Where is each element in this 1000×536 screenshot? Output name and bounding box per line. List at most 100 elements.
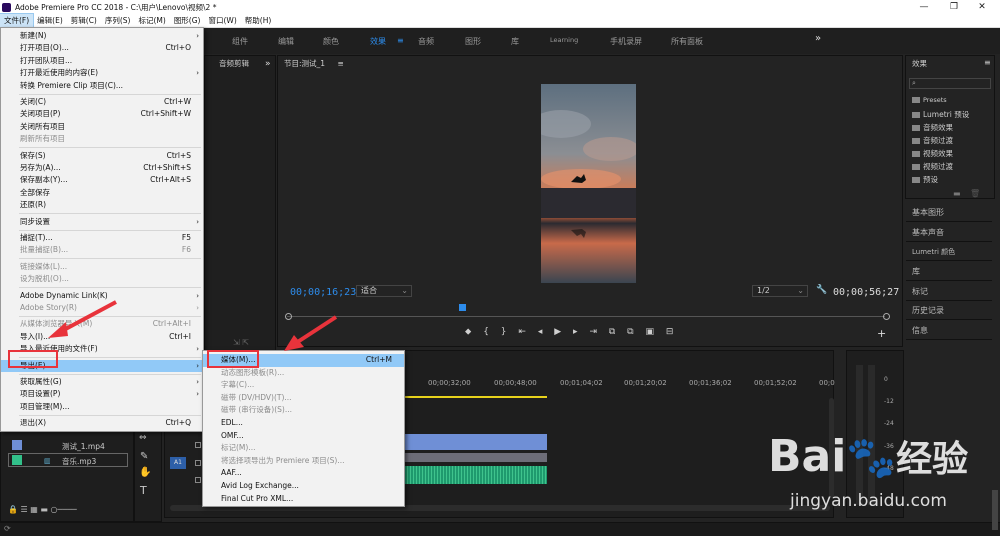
hand-tool-icon[interactable]: ✋ — [139, 467, 151, 478]
program-monitor-menu-icon[interactable]: ≡ — [337, 59, 343, 68]
menu-markers[interactable]: 标记(M) — [134, 14, 169, 28]
list-view-icon[interactable]: ☰ — [21, 505, 28, 514]
effects-item-lumetri-presets[interactable]: Lumetri 预设 — [912, 109, 969, 120]
file-menu-item[interactable]: 新建(N) › — [1, 30, 203, 42]
step-back-icon[interactable]: ◂ — [538, 327, 543, 337]
file-menu-item[interactable]: 转换 Premiere Clip 项目(C)... — [1, 80, 203, 92]
program-monitor-title[interactable]: 节目:测试_1 — [284, 59, 325, 68]
panel-lumetri-color[interactable]: Lumetri 颜色 — [906, 243, 992, 261]
extract-icon[interactable]: ⧉ — [627, 327, 633, 337]
panel-libraries[interactable]: 库 — [906, 263, 992, 281]
file-menu-item[interactable]: 打开最近使用的内容(E) › — [1, 67, 203, 79]
workspace-color[interactable]: 颜色 — [323, 36, 339, 47]
effects-item-audio-transitions[interactable]: 音频过渡 — [912, 135, 953, 146]
new-bin-icon[interactable]: ▬ — [953, 189, 961, 198]
export-menu-item[interactable]: OMF... — [203, 430, 404, 443]
lock-icon[interactable]: 🔒 — [8, 505, 18, 514]
file-menu-item[interactable]: 项目管理(M)... — [1, 401, 203, 413]
add-button-icon[interactable]: + — [877, 327, 886, 340]
file-menu-item[interactable]: 打开团队项目... — [1, 55, 203, 67]
track-lock-toggle[interactable] — [195, 477, 201, 483]
comparison-view-icon[interactable]: ⊟ — [666, 327, 674, 337]
go-to-out-icon[interactable]: ⇥ — [589, 327, 597, 337]
file-menu-item[interactable]: 捕捉(T)... F5 — [1, 232, 203, 244]
menu-sequence[interactable]: 序列(S) — [101, 14, 135, 28]
pen-tool-icon[interactable]: ✎ — [140, 451, 148, 462]
menu-help[interactable]: 帮助(H) — [241, 14, 276, 28]
effects-item-presets-cn[interactable]: 预设 — [912, 174, 938, 185]
track-lock-toggle[interactable] — [195, 460, 201, 466]
menu-file[interactable]: 文件(F) — [0, 12, 35, 29]
workspace-libraries[interactable]: 库 — [511, 36, 519, 47]
track-a1-target[interactable]: A1 — [170, 457, 186, 469]
mark-in-icon[interactable]: { — [483, 327, 489, 337]
file-menu-item[interactable]: 保存(S) Ctrl+S — [1, 150, 203, 162]
export-frame-icon[interactable]: ▣ — [645, 327, 654, 337]
zoom-select[interactable]: 适合 ⌄ — [356, 285, 412, 297]
music-audio-clip[interactable] — [404, 466, 547, 484]
delete-icon[interactable]: 🗑 — [970, 189, 980, 198]
effects-item-video-transitions[interactable]: 视频过渡 — [912, 161, 953, 172]
effects-item-presets[interactable]: Presets — [912, 96, 947, 104]
file-menu-item[interactable]: 关闭项目(P) Ctrl+Shift+W — [1, 108, 203, 120]
panel-overflow-icon[interactable]: » — [265, 59, 271, 69]
panel-essential-sound[interactable]: 基本声音 — [906, 224, 992, 242]
file-menu-item[interactable]: 全部保存 — [1, 187, 203, 199]
icon-view-icon[interactable]: ▦ — [30, 505, 38, 514]
file-menu-item[interactable]: 退出(X) Ctrl+Q — [1, 417, 203, 429]
file-menu-item[interactable]: 获取属性(G) › — [1, 376, 203, 388]
close-button[interactable]: ✕ — [964, 0, 1000, 14]
export-menu-item[interactable]: Final Cut Pro XML... — [203, 493, 404, 506]
menu-window[interactable]: 窗口(W) — [204, 14, 240, 28]
project-item-name[interactable]: 音乐.mp3 — [62, 456, 96, 467]
menu-edit[interactable]: 编辑(E) — [33, 14, 67, 28]
type-tool-icon[interactable]: T — [140, 484, 147, 497]
resolution-select[interactable]: 1/2 ⌄ — [752, 285, 808, 297]
zoom-slider[interactable]: ○──── — [50, 505, 76, 514]
work-area-bar[interactable] — [404, 396, 547, 398]
program-scrubber-track[interactable] — [287, 316, 885, 317]
workspace-assembly[interactable]: 组件 — [232, 36, 248, 47]
workspace-effects-menu-icon[interactable]: ≡ — [397, 36, 404, 45]
panel-info[interactable]: 信息 — [906, 322, 992, 340]
export-menu-item[interactable]: Avid Log Exchange... — [203, 480, 404, 493]
workspace-graphics[interactable]: 图形 — [465, 36, 481, 47]
wrench-icon[interactable]: 🔧 — [816, 285, 827, 295]
file-menu-item[interactable]: 打开项目(O)... Ctrl+O — [1, 42, 203, 54]
play-icon[interactable]: ▶ — [554, 327, 561, 337]
mark-out-icon[interactable]: } — [501, 327, 507, 337]
workspace-all-panels[interactable]: 所有面板 — [671, 36, 703, 47]
program-current-timecode[interactable]: 00;00;16;23 — [290, 287, 356, 298]
panel-essential-graphics[interactable]: 基本图形 — [906, 204, 992, 222]
video-clip[interactable] — [404, 434, 547, 450]
workspace-audio[interactable]: 音频 — [418, 36, 434, 47]
panel-markers[interactable]: 标记 — [906, 283, 992, 301]
file-menu-item[interactable]: 同步设置 › — [1, 216, 203, 228]
source-settings-icon[interactable]: ⇲ ⇱ — [233, 338, 249, 347]
track-lock-toggle[interactable] — [195, 442, 201, 448]
effects-panel-menu-icon[interactable]: ≡ — [984, 58, 991, 67]
workspace-effects[interactable]: 效果 — [370, 36, 386, 47]
add-marker-icon[interactable]: ⬥ — [465, 327, 471, 337]
go-to-in-icon[interactable]: ⇤ — [518, 327, 526, 337]
project-item-name[interactable]: 测试_1.mp4 — [62, 441, 105, 452]
effects-item-audio-effects[interactable]: 音频效果 — [912, 122, 953, 133]
playhead-handle[interactable] — [459, 304, 466, 311]
export-menu-item[interactable]: AAF... — [203, 467, 404, 480]
status-icon[interactable]: ⟳ — [4, 524, 11, 533]
track-select-tool-icon[interactable]: ⇔ — [139, 433, 147, 443]
step-forward-icon[interactable]: ▸ — [573, 327, 578, 337]
scrubber-end-handle[interactable] — [883, 313, 890, 320]
right-scrollbar[interactable] — [992, 490, 998, 530]
effects-item-video-effects[interactable]: 视频效果 — [912, 148, 953, 159]
panel-history[interactable]: 历史记录 — [906, 302, 992, 320]
effects-panel-title[interactable]: 效果 — [906, 56, 994, 72]
freeform-view-icon[interactable]: ▬ — [40, 505, 48, 514]
effects-search-input[interactable]: ⌕ — [909, 78, 991, 89]
lift-icon[interactable]: ⧉ — [609, 327, 615, 337]
file-menu-item[interactable]: 关闭所有项目 — [1, 121, 203, 133]
file-menu-item[interactable]: 保存副本(Y)... Ctrl+Alt+S — [1, 174, 203, 186]
workspace-learning[interactable]: Learning — [550, 36, 578, 44]
file-menu-item[interactable]: 还原(R) — [1, 199, 203, 211]
menu-graphics[interactable]: 图形(G) — [170, 14, 205, 28]
